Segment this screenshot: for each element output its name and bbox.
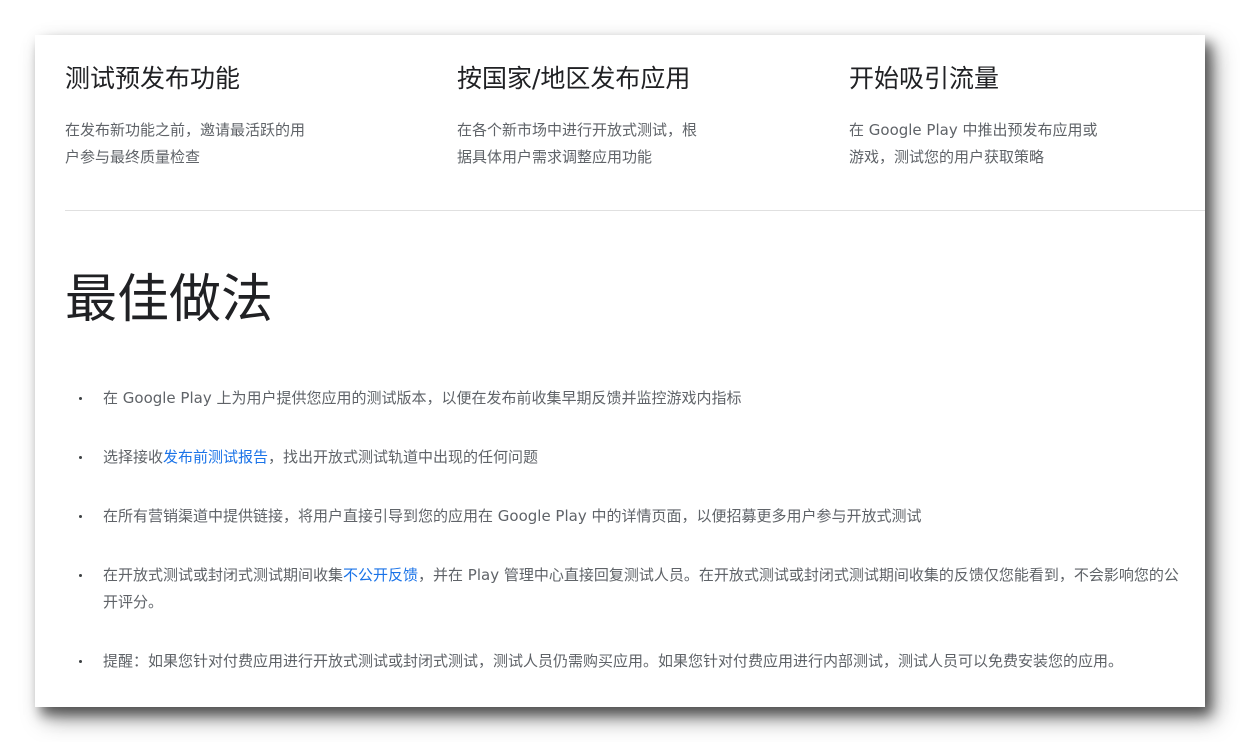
list-item-text: 选择接收 (103, 448, 164, 466)
feature-description-line: 户参与最终质量检查 (65, 148, 201, 166)
private-feedback-link[interactable]: 不公开反馈 (343, 566, 418, 584)
list-item: 在开放式测试或封闭式测试期间收集不公开反馈，并在 Play 管理中心直接回复测试… (65, 562, 1185, 616)
bullet-dot-icon (79, 515, 82, 518)
list-item: 选择接收发布前测试报告，找出开放式测试轨道中出现的任何问题 (65, 444, 1185, 471)
feature-description-line: 据具体用户需求调整应用功能 (457, 148, 653, 166)
bullet-dot-icon (79, 660, 82, 663)
best-practices-list: 在 Google Play 上为用户提供您应用的测试版本，以便在发布前收集早期反… (65, 385, 1185, 707)
feature-title: 开始吸引流量 (849, 64, 1000, 93)
content-card: 测试预发布功能 在发布新功能之前，邀请最活跃的用 户参与最终质量检查 按国家/地区… (35, 35, 1205, 707)
feature-description-line: 在 Google Play 中推出预发布应用或 (849, 121, 1098, 139)
feature-description-line: 游戏，测试您的用户获取策略 (849, 148, 1045, 166)
feature-row: 测试预发布功能 在发布新功能之前，邀请最活跃的用 户参与最终质量检查 按国家/地区… (65, 63, 1205, 213)
feature-release-by-country: 按国家/地区发布应用 在各个新市场中进行开放式测试，根 据具体用户需求调整应用功能 (457, 63, 757, 171)
feature-description-line: 在发布新功能之前，邀请最活跃的用 (65, 121, 306, 139)
list-item-text: 在 Google Play 上为用户提供您应用的测试版本，以便在发布前收集早期反… (103, 389, 742, 407)
bullet-dot-icon (79, 456, 82, 459)
list-item-text: 在所有营销渠道中提供链接，将用户直接引导到您的应用在 Google Play 中… (103, 507, 922, 525)
feature-title: 测试预发布功能 (65, 64, 241, 93)
list-item: 在所有营销渠道中提供链接，将用户直接引导到您的应用在 Google Play 中… (65, 503, 1185, 530)
bullet-dot-icon (79, 397, 82, 400)
prelaunch-report-link[interactable]: 发布前测试报告 (163, 448, 268, 466)
feature-description: 在 Google Play 中推出预发布应用或 游戏，测试您的用户获取策略 (849, 117, 1149, 171)
list-item: 在 Google Play 上为用户提供您应用的测试版本，以便在发布前收集早期反… (65, 385, 1185, 412)
list-item: 提醒：如果您针对付费应用进行开放式测试或封闭式测试，测试人员仍需购买应用。如果您… (65, 648, 1185, 675)
bullet-dot-icon (79, 574, 82, 577)
feature-description-line: 在各个新市场中进行开放式测试，根 (457, 121, 698, 139)
list-item-text: 在开放式测试或封闭式测试期间收集 (103, 566, 344, 584)
feature-attract-traffic: 开始吸引流量 在 Google Play 中推出预发布应用或 游戏，测试您的用户获… (849, 63, 1149, 171)
feature-test-prerelease: 测试预发布功能 在发布新功能之前，邀请最活跃的用 户参与最终质量检查 (65, 63, 365, 171)
section-title: 最佳做法 (65, 270, 274, 330)
list-item-text: ，找出开放式测试轨道中出现的任何问题 (268, 448, 539, 466)
feature-description: 在各个新市场中进行开放式测试，根 据具体用户需求调整应用功能 (457, 117, 757, 171)
feature-description: 在发布新功能之前，邀请最活跃的用 户参与最终质量检查 (65, 117, 365, 171)
list-item-text: 提醒：如果您针对付费应用进行开放式测试或封闭式测试，测试人员仍需购买应用。如果您… (103, 652, 1124, 670)
section-divider (65, 210, 1205, 211)
feature-title: 按国家/地区发布应用 (457, 64, 691, 93)
